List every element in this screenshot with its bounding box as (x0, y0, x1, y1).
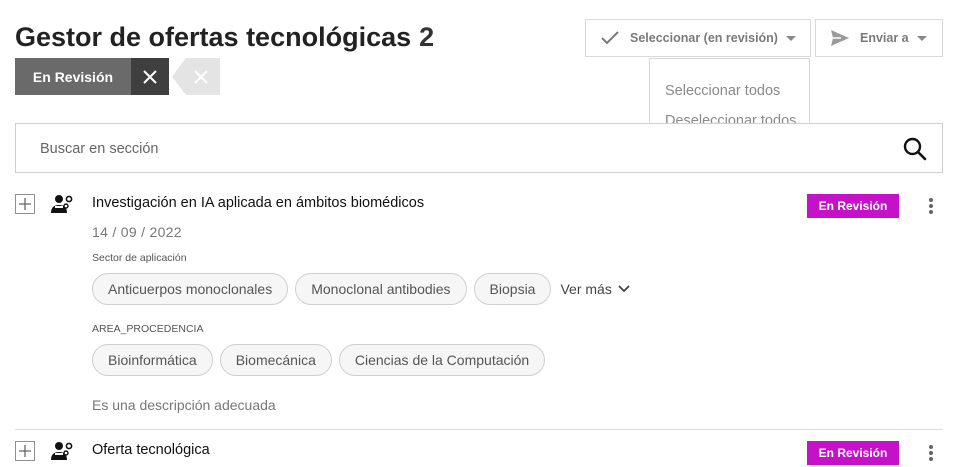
chevron-down-icon (785, 35, 796, 41)
plus-icon (19, 198, 31, 210)
item-date: 14 / 09 / 2022 (92, 224, 182, 240)
page-title-text: Gestor de ofertas tecnológicas (15, 22, 412, 52)
search-bar (15, 123, 943, 173)
menu-item-select-all[interactable]: Seleccionar todos (650, 76, 809, 106)
item-description: Es una descripción adecuada (92, 397, 276, 413)
kebab-menu-icon[interactable] (926, 443, 936, 463)
item-title[interactable]: Oferta tecnológica (92, 442, 210, 458)
close-icon (143, 69, 157, 84)
tag-chip: Monoclonal antibodies (295, 273, 467, 305)
search-icon (903, 137, 927, 161)
list-item: Oferta tecnológica En Revisión (15, 441, 943, 467)
divider (15, 429, 943, 430)
search-button[interactable] (902, 136, 928, 162)
status-badge: En Revisión (807, 441, 899, 465)
area-label: AREA_PROCEDENCIA (92, 323, 204, 335)
expand-button[interactable] (15, 441, 35, 461)
show-more-label: Ver más (560, 281, 612, 297)
tag-chip: Biomecánica (219, 344, 332, 376)
results-count: 2 (419, 22, 435, 52)
status-badge: En Revisión (807, 194, 899, 218)
show-more-button[interactable]: Ver más (560, 281, 630, 297)
send-to-label: Enviar a (860, 31, 909, 45)
active-filter-label: En Revisión (15, 58, 131, 95)
send-icon (830, 28, 850, 48)
researchers-group-icon (51, 442, 73, 460)
clear-filters-button[interactable] (172, 58, 220, 95)
close-icon (194, 69, 208, 84)
kebab-menu-icon[interactable] (926, 196, 936, 216)
select-dropdown-label: Seleccionar (en revisión) (630, 31, 778, 45)
sector-label: Sector de aplicación (92, 252, 187, 264)
list-item: Investigación en IA aplicada en ámbitos … (15, 194, 943, 424)
send-to-button[interactable]: Enviar a (815, 19, 943, 57)
researchers-group-icon (51, 195, 73, 213)
tag-chip: Anticuerpos monoclonales (92, 273, 289, 305)
select-dropdown-button[interactable]: Seleccionar (en revisión) (585, 19, 811, 57)
page-title: Gestor de ofertas tecnológicas 2 (15, 22, 434, 53)
plus-icon (19, 445, 31, 457)
active-filter-chip: En Revisión (15, 58, 169, 95)
chevron-down-icon (916, 35, 927, 41)
item-title[interactable]: Investigación en IA aplicada en ámbitos … (92, 195, 424, 211)
chevron-down-icon (618, 285, 630, 293)
check-icon (600, 28, 620, 48)
tag-chip: Biopsia (473, 273, 552, 305)
search-input[interactable] (40, 138, 860, 160)
tag-chip: Bioinformática (92, 344, 213, 376)
sector-tags: Anticuerpos monoclonales Monoclonal anti… (92, 273, 630, 305)
tag-chip: Ciencias de la Computación (338, 344, 546, 376)
area-tags: Bioinformática Biomecánica Ciencias de l… (92, 344, 546, 376)
remove-filter-button[interactable] (131, 58, 169, 95)
expand-button[interactable] (15, 194, 35, 214)
